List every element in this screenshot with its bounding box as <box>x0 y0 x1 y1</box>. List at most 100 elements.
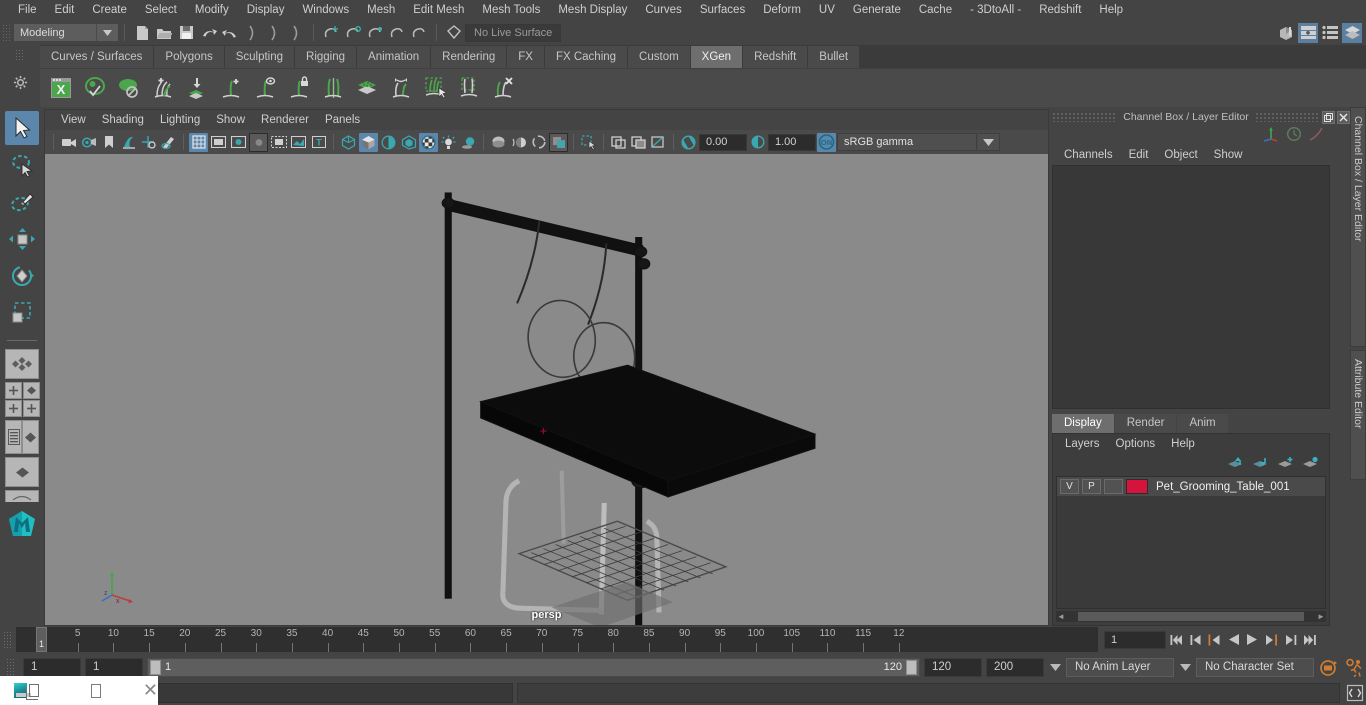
film-gate-icon[interactable] <box>209 133 228 152</box>
xray-active-components-icon[interactable] <box>649 133 668 152</box>
scroll-right-arrow-icon[interactable]: ► <box>1316 612 1326 621</box>
xray-joints-icon[interactable] <box>629 133 648 152</box>
new-scene-icon[interactable] <box>131 22 153 43</box>
layer-menu-layers[interactable]: Layers <box>1057 438 1108 450</box>
paint-select-tool[interactable] <box>5 185 39 219</box>
screen-space-ao-icon[interactable] <box>489 133 508 152</box>
exposure-icon[interactable] <box>679 133 698 152</box>
anim-layer-dropdown-arrow[interactable] <box>1048 663 1062 671</box>
move-tool[interactable] <box>5 222 39 256</box>
selection-mode-object-icon[interactable] <box>263 22 285 43</box>
viewport-menu-lighting[interactable]: Lighting <box>152 110 208 130</box>
command-output-field[interactable] <box>517 683 1340 703</box>
selection-mode-component-icon[interactable] <box>285 22 307 43</box>
character-set-field[interactable]: No Character Set <box>1196 657 1314 677</box>
channel-box-menu-channels[interactable]: Channels <box>1056 149 1121 161</box>
smooth-shade-all-icon[interactable] <box>359 132 378 152</box>
curve-icon[interactable] <box>1308 126 1324 145</box>
xgen-preview-icon[interactable] <box>80 73 110 103</box>
channel-box-menu-show[interactable]: Show <box>1206 149 1251 161</box>
menu-item-mesh-display[interactable]: Mesh Display <box>549 0 636 20</box>
persp-single-view-icon[interactable] <box>5 457 39 487</box>
shelf-tab-sculpting[interactable]: Sculpting <box>224 46 296 68</box>
exposure-field[interactable]: 0.00 <box>699 133 747 151</box>
layer-menu-help[interactable]: Help <box>1163 438 1203 450</box>
shadows-icon[interactable] <box>459 133 478 152</box>
menu-item-redshift[interactable]: Redshift <box>1030 0 1090 20</box>
grease-pencil-icon[interactable] <box>159 133 178 152</box>
menu-set-selector[interactable]: Modeling <box>14 24 96 41</box>
xgen-density-map-icon[interactable] <box>352 73 382 103</box>
outliner-panel-icon[interactable] <box>5 420 22 454</box>
color-management-toggle-icon[interactable]: ON <box>817 132 836 152</box>
single-perspective-view-icon[interactable] <box>4 382 22 399</box>
layer-menu-options[interactable]: Options <box>1108 438 1164 450</box>
show-hide-channel-box-icon[interactable] <box>1342 22 1362 43</box>
shade-wireframe-icon[interactable] <box>379 133 398 152</box>
playback-end-time-field[interactable]: 120 <box>924 657 982 677</box>
range-end-handle[interactable] <box>906 659 917 675</box>
use-all-lights-icon[interactable] <box>439 133 458 152</box>
show-hide-attribute-editor-icon[interactable] <box>1298 22 1318 43</box>
axis-marker-icon[interactable] <box>1262 126 1280 145</box>
menu-item-cache[interactable]: Cache <box>910 0 961 20</box>
move-layer-down-icon[interactable] <box>1252 456 1269 472</box>
use-default-material-icon[interactable] <box>419 132 438 152</box>
maximize-window-icon[interactable] <box>90 683 101 698</box>
shelf-tab-rigging[interactable]: Rigging <box>295 46 358 68</box>
bookmark-icon[interactable] <box>99 133 118 152</box>
save-scene-icon[interactable] <box>175 22 197 43</box>
menu-item-select[interactable]: Select <box>136 0 186 20</box>
create-new-layer-icon[interactable] <box>1277 456 1294 472</box>
open-scene-icon[interactable] <box>153 22 175 43</box>
viewport-menu-renderer[interactable]: Renderer <box>253 110 317 130</box>
channel-box-menu-object[interactable]: Object <box>1156 149 1205 161</box>
close-panel-icon[interactable] <box>1337 110 1350 124</box>
menu-item-create[interactable]: Create <box>83 0 136 20</box>
range-slider-grip[interactable] <box>6 658 15 676</box>
grid-toggle-icon[interactable] <box>189 132 208 152</box>
anti-aliasing-icon[interactable] <box>529 133 548 152</box>
safe-title-icon[interactable]: T <box>309 133 328 152</box>
step-forward-keyframe-icon[interactable] <box>1282 630 1299 650</box>
layer-row[interactable]: V P Pet_Grooming_Table_001 <box>1057 477 1325 496</box>
quick-layout-buttons[interactable] <box>4 382 40 417</box>
animation-end-time-field[interactable]: 200 <box>986 657 1044 677</box>
xgen-delete-guide-icon[interactable] <box>488 73 518 103</box>
step-forward-frame-icon[interactable] <box>1263 630 1280 650</box>
anim-layer-field[interactable]: No Anim Layer <box>1066 657 1174 677</box>
selection-mode-hierarchy-icon[interactable] <box>241 22 263 43</box>
xray-icon[interactable] <box>609 133 628 152</box>
xgen-select-region-icon[interactable] <box>420 73 450 103</box>
gate-mask-icon[interactable] <box>249 132 268 152</box>
side-tab-channel-box-layer-editor[interactable]: Channel Box / Layer Editor <box>1350 107 1366 347</box>
viewport-menu-shading[interactable]: Shading <box>94 110 152 130</box>
step-back-keyframe-icon[interactable] <box>1187 630 1204 650</box>
wireframe-shading-icon[interactable] <box>339 133 358 152</box>
xgen-add-description-icon[interactable] <box>148 73 178 103</box>
shelf-tab-animation[interactable]: Animation <box>357 46 432 68</box>
make-live-icon[interactable] <box>443 22 465 43</box>
xgen-lock-guide-icon[interactable] <box>284 73 314 103</box>
outliner-persp-layout-icon[interactable] <box>22 382 40 399</box>
menu-item-file[interactable]: File <box>9 0 46 20</box>
panel-grip-right[interactable] <box>1254 112 1320 122</box>
menu-item-surfaces[interactable]: Surfaces <box>691 0 754 20</box>
time-slider-grip[interactable] <box>3 630 12 649</box>
rotate-tool[interactable] <box>5 259 39 293</box>
select-camera-icon[interactable] <box>59 133 78 152</box>
menu-item-edit-mesh[interactable]: Edit Mesh <box>404 0 473 20</box>
menu-item-uv[interactable]: UV <box>810 0 844 20</box>
create-layer-from-selected-icon[interactable] <box>1302 456 1319 472</box>
shelf-tab-curves-surfaces[interactable]: Curves / Surfaces <box>40 46 155 68</box>
layer-shading-toggle[interactable] <box>1104 479 1123 494</box>
side-tab-attribute-editor[interactable]: Attribute Editor <box>1350 350 1366 480</box>
layer-list-horizontal-scrollbar[interactable]: ◄ ► <box>1056 611 1326 622</box>
show-hide-tool-settings-icon[interactable] <box>1320 23 1340 43</box>
scrollbar-thumb[interactable] <box>1078 612 1304 621</box>
range-slider-track[interactable]: 1 120 <box>147 657 920 677</box>
panel-grip-left[interactable] <box>1052 112 1118 122</box>
shelf-tab-custom[interactable]: Custom <box>628 46 691 68</box>
camera-attributes-icon[interactable] <box>79 133 98 152</box>
animation-start-time-field[interactable]: 1 <box>23 657 81 677</box>
